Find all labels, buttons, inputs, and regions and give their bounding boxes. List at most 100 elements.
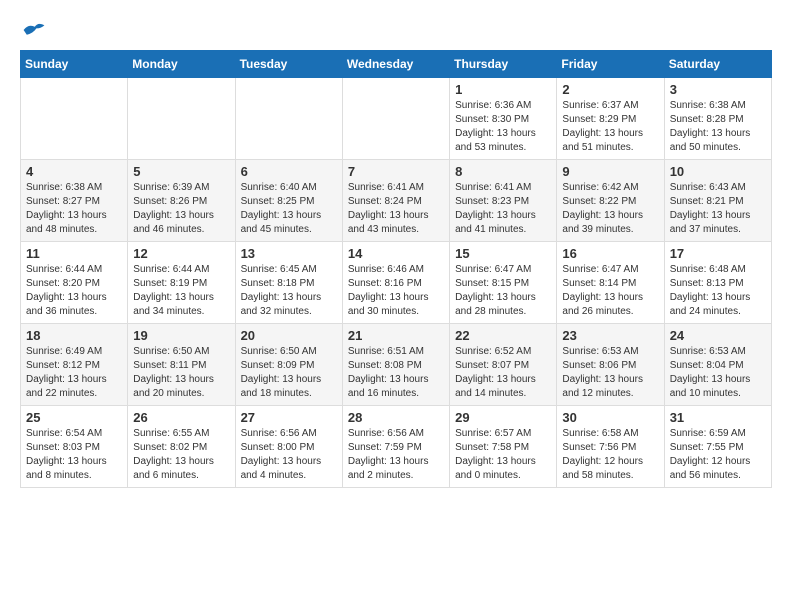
day-number: 1 xyxy=(455,82,551,97)
calendar-cell: 28 Sunrise: 6:56 AM Sunset: 7:59 PM Dayli… xyxy=(342,406,449,488)
weekday-header-row: SundayMondayTuesdayWednesdayThursdayFrid… xyxy=(21,51,772,78)
day-number: 22 xyxy=(455,328,551,343)
calendar-body: 1 Sunrise: 6:36 AM Sunset: 8:30 PM Daylig… xyxy=(21,78,772,488)
weekday-header-friday: Friday xyxy=(557,51,664,78)
day-info: Sunrise: 6:42 AM Sunset: 8:22 PM Dayligh… xyxy=(562,181,658,237)
day-number: 7 xyxy=(348,164,444,179)
calendar-cell: 30 Sunrise: 6:58 AM Sunset: 7:56 PM Dayli… xyxy=(557,406,664,488)
calendar-cell: 4 Sunrise: 6:38 AM Sunset: 8:27 PM Daylig… xyxy=(21,160,128,242)
day-info: Sunrise: 6:41 AM Sunset: 8:24 PM Dayligh… xyxy=(348,181,444,237)
calendar-cell: 9 Sunrise: 6:42 AM Sunset: 8:22 PM Daylig… xyxy=(557,160,664,242)
day-info: Sunrise: 6:48 AM Sunset: 8:13 PM Dayligh… xyxy=(670,263,766,319)
calendar-cell: 6 Sunrise: 6:40 AM Sunset: 8:25 PM Daylig… xyxy=(235,160,342,242)
day-info: Sunrise: 6:44 AM Sunset: 8:19 PM Dayligh… xyxy=(133,263,229,319)
calendar-cell: 14Sunrise: 6:46 AM Sunset: 8:16 PM Dayli… xyxy=(342,242,449,324)
day-number: 19 xyxy=(133,328,229,343)
day-number: 4 xyxy=(26,164,122,179)
day-number: 12 xyxy=(133,246,229,261)
day-info: Sunrise: 6:50 AM Sunset: 8:11 PM Dayligh… xyxy=(133,345,229,401)
day-info: Sunrise: 6:37 AM Sunset: 8:29 PM Dayligh… xyxy=(562,99,658,155)
day-number: 3 xyxy=(670,82,766,97)
calendar-cell: 21Sunrise: 6:51 AM Sunset: 8:08 PM Dayli… xyxy=(342,324,449,406)
day-info: Sunrise: 6:38 AM Sunset: 8:28 PM Dayligh… xyxy=(670,99,766,155)
weekday-header-thursday: Thursday xyxy=(450,51,557,78)
day-info: Sunrise: 6:43 AM Sunset: 8:21 PM Dayligh… xyxy=(670,181,766,237)
calendar-cell: 29 Sunrise: 6:57 AM Sunset: 7:58 PM Dayli… xyxy=(450,406,557,488)
day-number: 5 xyxy=(133,164,229,179)
calendar-cell: 10 Sunrise: 6:43 AM Sunset: 8:21 PM Dayli… xyxy=(664,160,771,242)
day-number: 2 xyxy=(562,82,658,97)
day-info: Sunrise: 6:44 AM Sunset: 8:20 PM Dayligh… xyxy=(26,263,122,319)
calendar-cell: 26Sunrise: 6:55 AM Sunset: 8:02 PM Dayli… xyxy=(128,406,235,488)
day-number: 6 xyxy=(241,164,337,179)
calendar-cell: 12 Sunrise: 6:44 AM Sunset: 8:19 PM Dayli… xyxy=(128,242,235,324)
day-info: Sunrise: 6:53 AM Sunset: 8:04 PM Dayligh… xyxy=(670,345,766,401)
calendar-table: SundayMondayTuesdayWednesdayThursdayFrid… xyxy=(20,50,772,488)
day-number: 28 xyxy=(348,410,444,425)
calendar-cell: 19 Sunrise: 6:50 AM Sunset: 8:11 PM Dayli… xyxy=(128,324,235,406)
calendar-week-row: 4 Sunrise: 6:38 AM Sunset: 8:27 PM Daylig… xyxy=(21,160,772,242)
day-info: Sunrise: 6:45 AM Sunset: 8:18 PM Dayligh… xyxy=(241,263,337,319)
day-info: Sunrise: 6:40 AM Sunset: 8:25 PM Dayligh… xyxy=(241,181,337,237)
calendar-cell: 15 Sunrise: 6:47 AM Sunset: 8:15 PM Dayli… xyxy=(450,242,557,324)
day-info: Sunrise: 6:47 AM Sunset: 8:14 PM Dayligh… xyxy=(562,263,658,319)
day-info: Sunrise: 6:52 AM Sunset: 8:07 PM Dayligh… xyxy=(455,345,551,401)
day-info: Sunrise: 6:56 AM Sunset: 8:00 PM Dayligh… xyxy=(241,427,337,483)
day-number: 29 xyxy=(455,410,551,425)
calendar-cell: 24 Sunrise: 6:53 AM Sunset: 8:04 PM Dayli… xyxy=(664,324,771,406)
calendar-cell: 11Sunrise: 6:44 AM Sunset: 8:20 PM Dayli… xyxy=(21,242,128,324)
day-number: 27 xyxy=(241,410,337,425)
day-number: 16 xyxy=(562,246,658,261)
calendar-cell: 18Sunrise: 6:49 AM Sunset: 8:12 PM Dayli… xyxy=(21,324,128,406)
weekday-header-sunday: Sunday xyxy=(21,51,128,78)
weekday-header-wednesday: Wednesday xyxy=(342,51,449,78)
calendar-cell xyxy=(128,78,235,160)
day-info: Sunrise: 6:59 AM Sunset: 7:55 PM Dayligh… xyxy=(670,427,766,483)
day-info: Sunrise: 6:53 AM Sunset: 8:06 PM Dayligh… xyxy=(562,345,658,401)
calendar-cell: 20 Sunrise: 6:50 AM Sunset: 8:09 PM Dayli… xyxy=(235,324,342,406)
calendar-cell: 5Sunrise: 6:39 AM Sunset: 8:26 PM Daylig… xyxy=(128,160,235,242)
logo xyxy=(20,20,46,40)
calendar-header: SundayMondayTuesdayWednesdayThursdayFrid… xyxy=(21,51,772,78)
day-info: Sunrise: 6:41 AM Sunset: 8:23 PM Dayligh… xyxy=(455,181,551,237)
day-number: 15 xyxy=(455,246,551,261)
calendar-cell: 7 Sunrise: 6:41 AM Sunset: 8:24 PM Daylig… xyxy=(342,160,449,242)
day-info: Sunrise: 6:58 AM Sunset: 7:56 PM Dayligh… xyxy=(562,427,658,483)
weekday-header-saturday: Saturday xyxy=(664,51,771,78)
day-number: 8 xyxy=(455,164,551,179)
calendar-cell xyxy=(342,78,449,160)
calendar-cell: 1 Sunrise: 6:36 AM Sunset: 8:30 PM Daylig… xyxy=(450,78,557,160)
day-number: 14 xyxy=(348,246,444,261)
calendar-cell: 13 Sunrise: 6:45 AM Sunset: 8:18 PM Dayli… xyxy=(235,242,342,324)
calendar-week-row: 25Sunrise: 6:54 AM Sunset: 8:03 PM Dayli… xyxy=(21,406,772,488)
day-number: 20 xyxy=(241,328,337,343)
day-number: 30 xyxy=(562,410,658,425)
calendar-week-row: 18Sunrise: 6:49 AM Sunset: 8:12 PM Dayli… xyxy=(21,324,772,406)
weekday-header-monday: Monday xyxy=(128,51,235,78)
day-number: 17 xyxy=(670,246,766,261)
calendar-week-row: 1 Sunrise: 6:36 AM Sunset: 8:30 PM Daylig… xyxy=(21,78,772,160)
calendar-cell: 25Sunrise: 6:54 AM Sunset: 8:03 PM Dayli… xyxy=(21,406,128,488)
day-info: Sunrise: 6:50 AM Sunset: 8:09 PM Dayligh… xyxy=(241,345,337,401)
calendar-cell: 27 Sunrise: 6:56 AM Sunset: 8:00 PM Dayli… xyxy=(235,406,342,488)
day-number: 10 xyxy=(670,164,766,179)
day-info: Sunrise: 6:38 AM Sunset: 8:27 PM Dayligh… xyxy=(26,181,122,237)
day-number: 13 xyxy=(241,246,337,261)
day-number: 24 xyxy=(670,328,766,343)
calendar-cell: 16 Sunrise: 6:47 AM Sunset: 8:14 PM Dayli… xyxy=(557,242,664,324)
day-info: Sunrise: 6:54 AM Sunset: 8:03 PM Dayligh… xyxy=(26,427,122,483)
day-info: Sunrise: 6:36 AM Sunset: 8:30 PM Dayligh… xyxy=(455,99,551,155)
calendar-cell: 8 Sunrise: 6:41 AM Sunset: 8:23 PM Daylig… xyxy=(450,160,557,242)
calendar-cell: 23Sunrise: 6:53 AM Sunset: 8:06 PM Dayli… xyxy=(557,324,664,406)
calendar-cell: 31Sunrise: 6:59 AM Sunset: 7:55 PM Dayli… xyxy=(664,406,771,488)
day-info: Sunrise: 6:56 AM Sunset: 7:59 PM Dayligh… xyxy=(348,427,444,483)
weekday-header-tuesday: Tuesday xyxy=(235,51,342,78)
calendar-week-row: 11Sunrise: 6:44 AM Sunset: 8:20 PM Dayli… xyxy=(21,242,772,324)
calendar-cell: 22 Sunrise: 6:52 AM Sunset: 8:07 PM Dayli… xyxy=(450,324,557,406)
page-header xyxy=(20,20,772,40)
day-number: 9 xyxy=(562,164,658,179)
day-info: Sunrise: 6:47 AM Sunset: 8:15 PM Dayligh… xyxy=(455,263,551,319)
calendar-cell: 2 Sunrise: 6:37 AM Sunset: 8:29 PM Daylig… xyxy=(557,78,664,160)
day-info: Sunrise: 6:57 AM Sunset: 7:58 PM Dayligh… xyxy=(455,427,551,483)
day-number: 21 xyxy=(348,328,444,343)
